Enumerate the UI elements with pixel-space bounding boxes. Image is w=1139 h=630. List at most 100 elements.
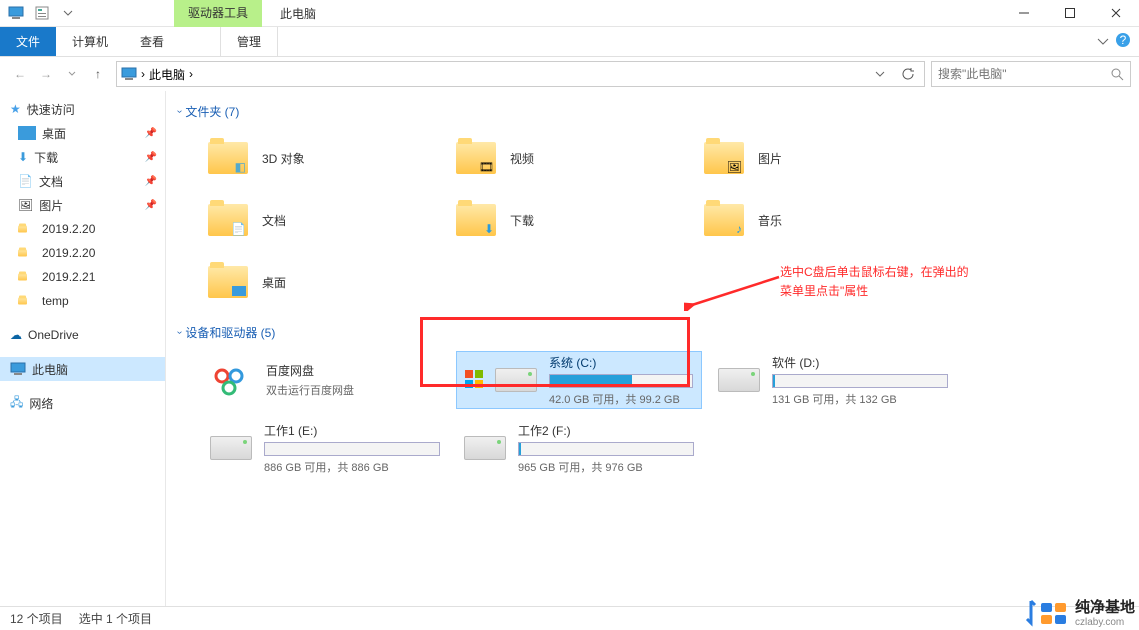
qat-dropdown-icon[interactable] [56, 2, 80, 24]
sidebar-folder-4[interactable]: temp [0, 289, 165, 313]
folder-documents[interactable]: 📄文档 [202, 192, 442, 248]
folder-videos[interactable]: 🎞视频 [450, 130, 690, 186]
status-item-count: 12 个项目 [10, 610, 63, 627]
sidebar-this-pc[interactable]: 此电脑 [0, 357, 165, 381]
watermark: 纯净基地 czlaby.com [1025, 596, 1135, 628]
folder-icon [18, 250, 27, 257]
search-icon [1110, 67, 1124, 81]
minimize-button[interactable] [1001, 0, 1047, 27]
folder-pictures[interactable]: 🖼图片 [698, 130, 938, 186]
folder-icon [18, 298, 27, 305]
address-separator[interactable]: › [141, 67, 145, 81]
storage-bar [264, 442, 440, 456]
refresh-icon[interactable] [896, 62, 920, 86]
ribbon-tab-view[interactable]: 查看 [124, 27, 180, 56]
baidu-icon [210, 364, 254, 396]
chevron-down-icon: › [174, 110, 185, 113]
svg-text:?: ? [1120, 33, 1127, 47]
content-pane: › 文件夹 (7) ◧3D 对象 🎞视频 🖼图片 📄文档 ⬇下载 ♪音乐 桌面 … [166, 91, 1139, 611]
folder-icon: 🎞 [456, 142, 496, 174]
drive-e[interactable]: 工作1 (E:)886 GB 可用，共 886 GB [202, 419, 448, 477]
folder-3d-objects[interactable]: ◧3D 对象 [202, 130, 442, 186]
desktop-icon [18, 126, 36, 140]
nav-back-button[interactable]: ← [8, 62, 32, 86]
status-selected-count: 选中 1 个项目 [79, 610, 152, 627]
picture-icon: 🖼 [18, 198, 33, 212]
ribbon-tabs: 文件 计算机 查看 管理 ? [0, 27, 1139, 57]
sidebar-quick-access[interactable]: ★快速访问 [0, 97, 165, 121]
title-bar: 驱动器工具 此电脑 [0, 0, 1139, 27]
storage-bar [549, 374, 693, 388]
folder-icon: ♪ [704, 204, 744, 236]
sidebar-folder-2[interactable]: 2019.2.20 [0, 241, 165, 265]
qat-properties-icon[interactable] [30, 2, 54, 24]
group-header-devices[interactable]: › 设备和驱动器 (5) [178, 324, 1127, 341]
cloud-icon: ☁ [10, 328, 22, 342]
nav-recent-dropdown[interactable] [60, 62, 84, 86]
sidebar-folder-1[interactable]: 2019.2.20 [0, 217, 165, 241]
address-dropdown-icon[interactable] [868, 62, 892, 86]
pin-icon: 📌 [145, 200, 157, 211]
sidebar-folder-3[interactable]: 2019.2.21 [0, 265, 165, 289]
nav-forward-button[interactable]: → [34, 62, 58, 86]
network-icon: 🖧 [10, 393, 23, 414]
ribbon-tab-computer[interactable]: 计算机 [56, 27, 124, 56]
contextual-tab-drive-tools[interactable]: 驱动器工具 [174, 0, 262, 27]
folder-music[interactable]: ♪音乐 [698, 192, 938, 248]
quick-access-toolbar [0, 2, 84, 24]
drive-d[interactable]: 软件 (D:)131 GB 可用，共 132 GB [710, 351, 956, 409]
folder-icon: 🖼 [704, 142, 744, 174]
address-bar-row: ← → ↑ › 此电脑 › [0, 57, 1139, 91]
pin-icon: 📌 [145, 152, 157, 163]
folder-icon: 📄 [208, 204, 248, 236]
drive-f[interactable]: 工作2 (F:)965 GB 可用，共 976 GB [456, 419, 702, 477]
window-title: 此电脑 [280, 5, 316, 22]
folder-icon: ⬇ [456, 204, 496, 236]
pin-icon: 📌 [145, 176, 157, 187]
sidebar-onedrive[interactable]: ☁OneDrive [0, 323, 165, 347]
drive-icon [495, 368, 537, 392]
drive-c[interactable]: 系统 (C:)42.0 GB 可用，共 99.2 GB [456, 351, 702, 409]
sidebar-desktop[interactable]: 桌面📌 [0, 121, 165, 145]
download-icon: ⬇ [18, 150, 28, 164]
status-bar: 12 个项目 选中 1 个项目 [0, 606, 1139, 630]
ribbon-expand-icon[interactable] [1097, 35, 1109, 49]
contextual-tab-label-top: 驱动器工具 [188, 4, 248, 21]
search-box[interactable] [931, 61, 1131, 87]
chevron-down-icon: › [174, 331, 185, 334]
help-icon[interactable]: ? [1115, 32, 1131, 51]
document-icon: 📄 [18, 174, 33, 188]
drive-baidu[interactable]: 百度网盘双击运行百度网盘 [202, 351, 448, 409]
group-header-folders[interactable]: › 文件夹 (7) [178, 103, 1127, 120]
close-button[interactable] [1093, 0, 1139, 27]
drive-icon [464, 436, 506, 460]
maximize-button[interactable] [1047, 0, 1093, 27]
search-input[interactable] [938, 67, 1110, 81]
watermark-title: 纯净基地 [1075, 596, 1135, 617]
qat-pc-icon[interactable] [4, 2, 28, 24]
address-location[interactable]: 此电脑 [149, 66, 185, 83]
ribbon-tab-file[interactable]: 文件 [0, 27, 56, 56]
sidebar-network[interactable]: 🖧网络 [0, 391, 165, 415]
folder-icon [18, 274, 27, 281]
address-bar[interactable]: › 此电脑 › [116, 61, 925, 87]
ribbon-tab-manage[interactable]: 管理 [220, 27, 278, 56]
sidebar-pictures[interactable]: 🖼图片📌 [0, 193, 165, 217]
windows-icon [465, 370, 483, 391]
nav-up-button[interactable]: ↑ [86, 62, 110, 86]
folder-icon: ◧ [208, 142, 248, 174]
watermark-url: czlaby.com [1075, 617, 1135, 628]
folder-icon [208, 266, 248, 298]
pc-icon [10, 362, 26, 376]
address-separator[interactable]: › [189, 67, 193, 81]
sidebar-downloads[interactable]: ⬇下载📌 [0, 145, 165, 169]
drive-icon [210, 436, 252, 460]
drive-icon [718, 368, 760, 392]
folder-icon [18, 226, 27, 233]
storage-bar [518, 442, 694, 456]
watermark-logo-icon [1025, 597, 1069, 627]
folder-desktop[interactable]: 桌面 [202, 254, 442, 310]
folder-downloads[interactable]: ⬇下载 [450, 192, 690, 248]
sidebar-documents[interactable]: 📄文档📌 [0, 169, 165, 193]
star-icon: ★ [10, 102, 21, 116]
